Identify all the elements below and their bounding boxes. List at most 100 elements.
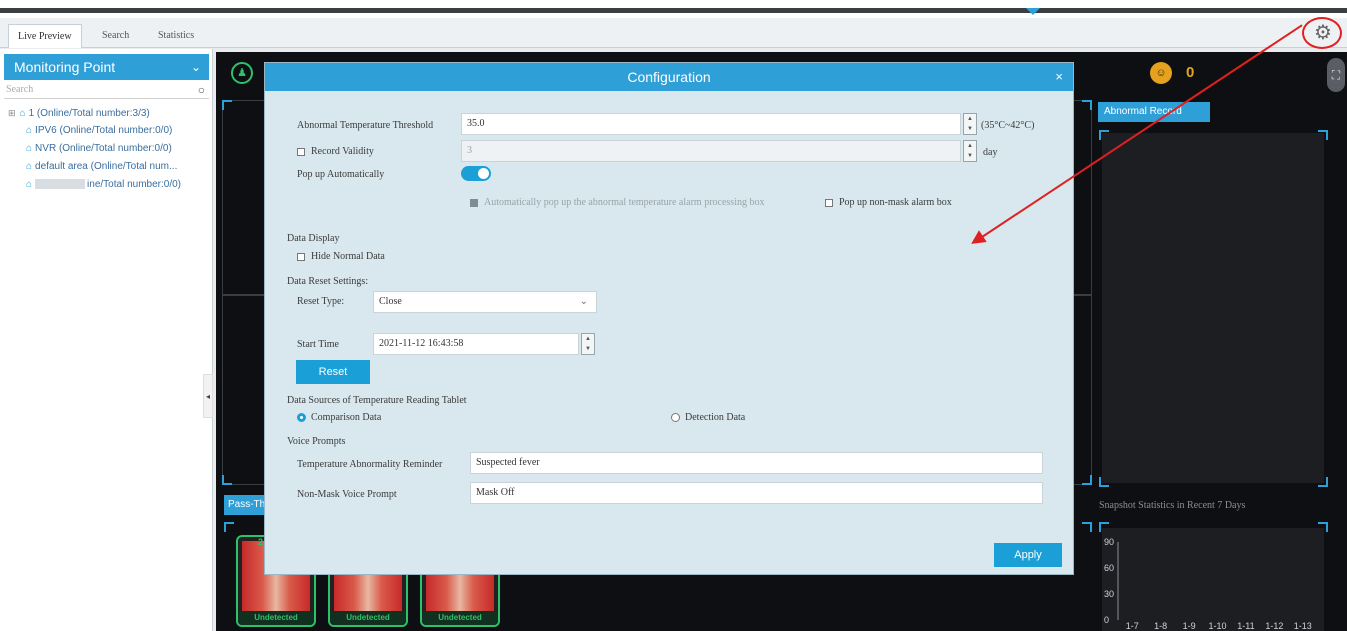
reset-type-select[interactable]: Close ⌄ [373,291,597,313]
chart-x-tick-label: 1-10 [1208,621,1226,631]
highlight-circle [1302,17,1342,49]
snapshot-statistics-title: Snapshot Statistics in Recent 7 Days [1099,500,1246,511]
mask-status-label: Undetected [422,611,498,625]
tab-pass-through[interactable]: Pass-Th [224,495,266,515]
tree-item-ipv6[interactable]: ⌂ IPV6 (Online/Total number:0/0) [26,123,172,139]
comparison-data-option[interactable]: Comparison Data [297,412,381,423]
corner-marker [222,475,232,485]
detection-data-radio[interactable] [671,413,680,423]
dialog-title: Configuration [627,69,711,85]
nonmask-voice-input[interactable]: Mask Off [470,482,1043,504]
expand-icon[interactable]: ⊞ [8,108,16,118]
tab-statistics[interactable]: Statistics [149,24,203,48]
reset-type-value: Close [379,296,402,307]
record-validity-checkbox[interactable] [297,147,305,156]
tab-abnormal-record[interactable]: Abnormal Record [1098,102,1210,122]
validity-stepper[interactable]: ▲ ▼ [963,140,977,162]
temp-reminder-label: Temperature Abnormality Reminder [297,459,443,470]
reset-type-label: Reset Type: [297,296,345,307]
sidebar-collapse-handle[interactable]: ◂ [203,374,213,418]
corner-marker [1082,475,1092,485]
tab-live-preview[interactable]: Live Preview [8,24,82,48]
home-icon: ⌂ [19,108,26,119]
record-validity-input[interactable]: 3 [461,140,961,162]
reset-button[interactable]: Reset [296,360,370,384]
tree-item-default-area[interactable]: ⌂ default area (Online/Total num... [26,159,177,175]
abnormal-threshold-label: Abnormal Temperature Threshold [297,120,434,131]
hide-normal-checkbox[interactable] [297,252,305,261]
record-validity-row[interactable]: Record Validity [297,146,374,157]
voice-prompts-heading: Voice Prompts [287,436,346,447]
record-validity-unit: day [983,147,998,158]
chart-x-tick-label: 1-7 [1126,621,1139,631]
sidebar-title: Monitoring Point [14,59,116,75]
search-icon[interactable]: ○ [198,81,205,99]
sidebar-header[interactable]: Monitoring Point ⌄ [4,54,209,80]
no-mask-icon: ☺ [1150,62,1172,84]
chevron-down-icon[interactable]: ⌄ [191,54,201,80]
nonmask-voice-label: Non-Mask Voice Prompt [297,489,397,500]
home-icon: ⌂ [26,125,33,136]
nonmask-popup-checkbox[interactable] [825,198,833,207]
chart-y-tick-label: 60 [1104,563,1114,573]
chart-y-tick-label: 0 [1104,615,1109,625]
corner-marker [224,522,234,532]
sidebar-search-input[interactable]: Search ○ [4,81,209,99]
temp-reminder-input[interactable]: Suspected fever [470,452,1043,474]
chart-x-tick-label: 1-12 [1265,621,1283,631]
sidebar: Monitoring Point ⌄ Search ○ ⊞ ⌂ 1 (Online/… [0,49,213,631]
threshold-stepper[interactable]: ▲ ▼ [963,113,977,135]
snapshot-chart: 90 60 30 0 1-7 1-8 1-9 1-10 1-11 1-12 1-13 [1102,528,1324,631]
apply-button[interactable]: Apply [994,543,1062,567]
comparison-data-label: Comparison Data [311,412,382,423]
chart-x-tick-label: 1-11 [1237,621,1254,631]
tree-item-1[interactable]: ⊞ ⌂ 1 (Online/Total number:3/3) [8,105,150,121]
chart-x-tick-label: 1-8 [1154,621,1167,631]
no-mask-count: 0 [1186,64,1195,81]
start-time-label: Start Time [297,339,339,350]
tab-search[interactable]: Search [93,24,138,48]
people-count-icon: ♟ [231,62,253,84]
chart-y-tick-label: 30 [1104,589,1114,599]
detection-data-label: Detection Data [685,412,746,423]
chevron-down-icon: ⌄ [579,296,588,307]
hide-normal-label: Hide Normal Data [311,251,385,262]
popup-auto-label: Pop up Automatically [297,169,385,180]
chart-y-tick-label: 90 [1104,537,1114,547]
start-time-stepper[interactable]: ▲ ▼ [581,333,595,355]
nonmask-popup-option[interactable]: Pop up non-mask alarm box [825,197,952,208]
data-sources-heading: Data Sources of Temperature Reading Tabl… [287,395,467,406]
detection-data-option[interactable]: Detection Data [671,412,745,423]
home-icon: ⌂ [26,161,33,172]
start-time-input[interactable]: 2021-11-12 16:43:58 [373,333,579,355]
nonmask-popup-text: Pop up non-mask alarm box [839,197,952,208]
auto-popup-checkbox[interactable] [470,198,478,207]
corner-marker [222,100,232,110]
fullscreen-icon[interactable]: ⛶ [1327,58,1345,92]
hide-normal-option[interactable]: Hide Normal Data [297,251,385,262]
tree-item-blurred[interactable]: ⌂ ine/Total number:0/0) [26,177,181,193]
dialog-header: Configuration × [265,63,1073,91]
tab-bar: Live Preview Search Statistics [0,18,1347,48]
tree-item-nvr[interactable]: ⌂ NVR (Online/Total number:0/0) [26,141,172,157]
close-icon[interactable]: × [1055,63,1063,91]
mask-status-label: Undetected [330,611,406,625]
corner-marker [1082,522,1092,532]
comparison-data-radio[interactable] [297,413,306,423]
home-icon: ⌂ [26,179,33,190]
top-bar-line [0,8,1347,13]
record-validity-label: Record Validity [311,146,374,157]
chart-x-tick-label: 1-9 [1183,621,1196,631]
search-placeholder: Search [6,84,34,95]
auto-popup-option[interactable]: Automatically pop up the abnormal temper… [470,197,764,208]
abnormal-record-panel [1102,133,1324,483]
home-icon: ⌂ [26,143,33,154]
configuration-dialog: Configuration × Abnormal Temperature Thr… [264,62,1074,575]
corner-marker [1082,100,1092,110]
popup-auto-toggle[interactable] [461,166,491,181]
abnormal-threshold-input[interactable]: 35.0 [461,113,961,135]
mask-status-label: Undetected [238,611,314,625]
snapshot-chart-svg: 90 60 30 0 1-7 1-8 1-9 1-10 1-11 1-12 1-13 [1104,537,1312,631]
data-display-heading: Data Display [287,233,340,244]
reset-settings-heading: Data Reset Settings: [287,276,369,287]
